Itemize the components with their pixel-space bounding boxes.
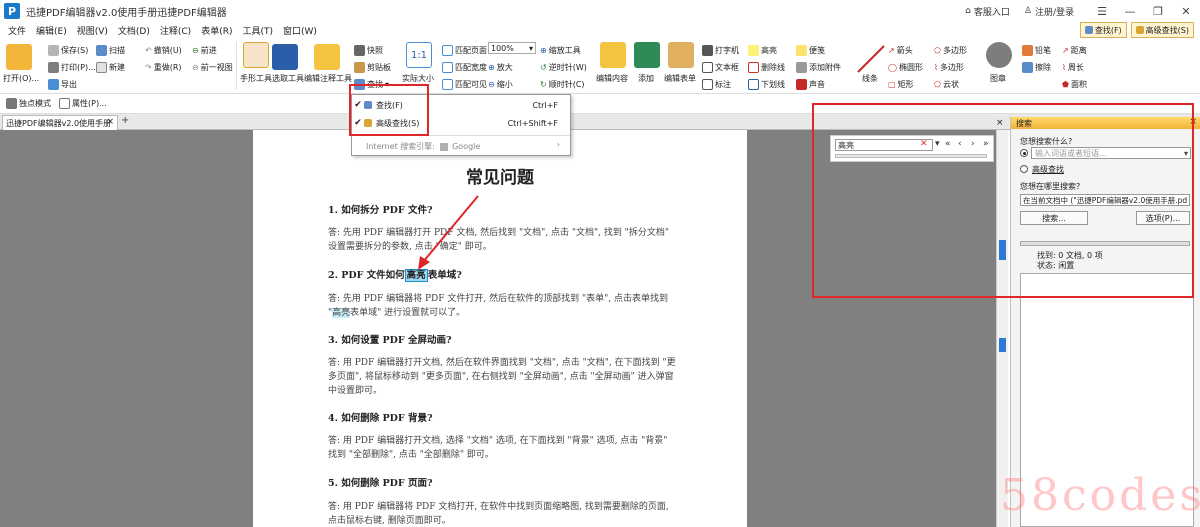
annotation-arrow xyxy=(418,195,479,270)
annotation-arrow-line xyxy=(422,195,479,263)
annotation-arrow-head xyxy=(418,256,430,270)
watermark: 58codes xyxy=(1000,470,1200,521)
